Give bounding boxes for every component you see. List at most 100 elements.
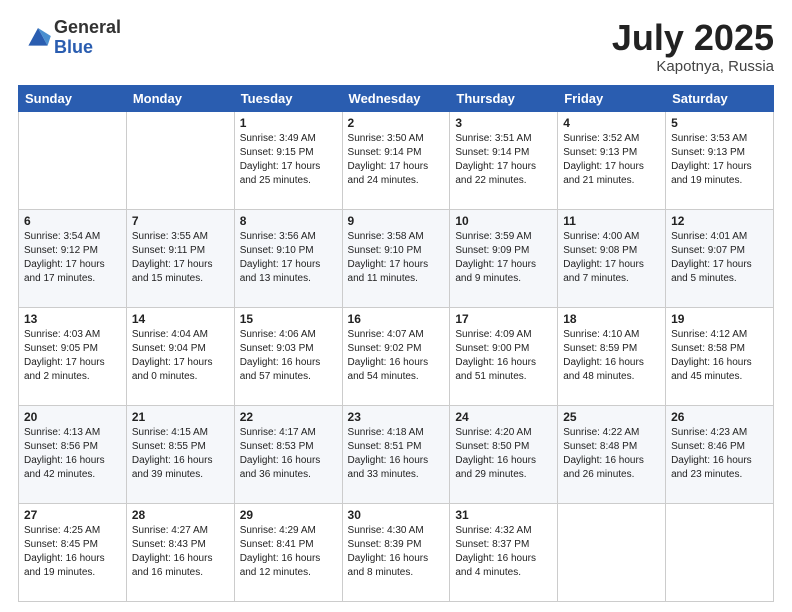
weekday-header-monday: Monday [126, 85, 234, 111]
day-info: Sunrise: 3:53 AM Sunset: 9:13 PM Dayligh… [671, 132, 768, 188]
day-info: Sunrise: 4:04 AM Sunset: 9:04 PM Dayligh… [132, 328, 229, 384]
day-info: Sunrise: 4:06 AM Sunset: 9:03 PM Dayligh… [240, 328, 337, 384]
day-info: Sunrise: 4:30 AM Sunset: 8:39 PM Dayligh… [348, 524, 445, 580]
calendar-cell: 3 Sunrise: 3:51 AM Sunset: 9:14 PM Daylig… [450, 111, 558, 209]
day-number: 25 [563, 410, 660, 424]
calendar-week-2: 6Sunrise: 3:54 AM Sunset: 9:12 PM Daylig… [19, 209, 774, 307]
calendar-cell: 27 Sunrise: 4:25 AM Sunset: 8:45 PM Dayli… [19, 503, 127, 601]
calendar-cell: 7Sunrise: 3:55 AM Sunset: 9:11 PM Daylig… [126, 209, 234, 307]
calendar-cell: 8 Sunrise: 3:56 AM Sunset: 9:10 PM Daylig… [234, 209, 342, 307]
day-number: 23 [348, 410, 445, 424]
day-number: 20 [24, 410, 121, 424]
day-info: Sunrise: 4:07 AM Sunset: 9:02 PM Dayligh… [348, 328, 445, 384]
page: General Blue July 2025 Kapotnya, Russia … [0, 0, 792, 612]
day-number: 1 [240, 116, 337, 130]
day-number: 30 [348, 508, 445, 522]
day-info: Sunrise: 3:58 AM Sunset: 9:10 PM Dayligh… [348, 230, 445, 286]
day-info: Sunrise: 4:17 AM Sunset: 8:53 PM Dayligh… [240, 426, 337, 482]
calendar-cell: 12 Sunrise: 4:01 AM Sunset: 9:07 PM Dayli… [666, 209, 774, 307]
day-info: Sunrise: 3:56 AM Sunset: 9:10 PM Dayligh… [240, 230, 337, 286]
header: General Blue July 2025 Kapotnya, Russia [18, 18, 774, 75]
day-number: 21 [132, 410, 229, 424]
day-number: 8 [240, 214, 337, 228]
title-section: July 2025 Kapotnya, Russia [612, 18, 774, 75]
calendar-cell: 19Sunrise: 4:12 AM Sunset: 8:58 PM Dayli… [666, 307, 774, 405]
day-info: Sunrise: 4:13 AM Sunset: 8:56 PM Dayligh… [24, 426, 121, 482]
day-info: Sunrise: 3:51 AM Sunset: 9:14 PM Dayligh… [455, 132, 552, 188]
calendar-cell: 10 Sunrise: 3:59 AM Sunset: 9:09 PM Dayli… [450, 209, 558, 307]
calendar-cell: 23 Sunrise: 4:18 AM Sunset: 8:51 PM Dayli… [342, 405, 450, 503]
logo-general: General [54, 18, 121, 38]
calendar-week-1: 1Sunrise: 3:49 AM Sunset: 9:15 PM Daylig… [19, 111, 774, 209]
day-number: 3 [455, 116, 552, 130]
day-number: 10 [455, 214, 552, 228]
day-number: 31 [455, 508, 552, 522]
day-number: 17 [455, 312, 552, 326]
day-info: Sunrise: 3:52 AM Sunset: 9:13 PM Dayligh… [563, 132, 660, 188]
day-number: 12 [671, 214, 768, 228]
day-info: Sunrise: 4:18 AM Sunset: 8:51 PM Dayligh… [348, 426, 445, 482]
calendar-cell: 1Sunrise: 3:49 AM Sunset: 9:15 PM Daylig… [234, 111, 342, 209]
day-info: Sunrise: 4:10 AM Sunset: 8:59 PM Dayligh… [563, 328, 660, 384]
day-info: Sunrise: 4:03 AM Sunset: 9:05 PM Dayligh… [24, 328, 121, 384]
weekday-header-tuesday: Tuesday [234, 85, 342, 111]
calendar-cell [126, 111, 234, 209]
weekday-header-thursday: Thursday [450, 85, 558, 111]
calendar-cell [666, 503, 774, 601]
calendar-cell: 16 Sunrise: 4:07 AM Sunset: 9:02 PM Dayli… [342, 307, 450, 405]
calendar-cell: 18 Sunrise: 4:10 AM Sunset: 8:59 PM Dayli… [558, 307, 666, 405]
day-info: Sunrise: 4:12 AM Sunset: 8:58 PM Dayligh… [671, 328, 768, 384]
day-number: 28 [132, 508, 229, 522]
calendar-cell: 13Sunrise: 4:03 AM Sunset: 9:05 PM Dayli… [19, 307, 127, 405]
calendar-cell: 25 Sunrise: 4:22 AM Sunset: 8:48 PM Dayli… [558, 405, 666, 503]
day-number: 16 [348, 312, 445, 326]
day-number: 4 [563, 116, 660, 130]
day-number: 2 [348, 116, 445, 130]
day-number: 27 [24, 508, 121, 522]
day-info: Sunrise: 4:15 AM Sunset: 8:55 PM Dayligh… [132, 426, 229, 482]
day-info: Sunrise: 4:25 AM Sunset: 8:45 PM Dayligh… [24, 524, 121, 580]
calendar-cell: 15 Sunrise: 4:06 AM Sunset: 9:03 PM Dayli… [234, 307, 342, 405]
calendar-cell: 5 Sunrise: 3:53 AM Sunset: 9:13 PM Daylig… [666, 111, 774, 209]
day-number: 6 [24, 214, 121, 228]
calendar-cell: 26Sunrise: 4:23 AM Sunset: 8:46 PM Dayli… [666, 405, 774, 503]
calendar-cell [558, 503, 666, 601]
day-info: Sunrise: 4:20 AM Sunset: 8:50 PM Dayligh… [455, 426, 552, 482]
calendar-cell: 20 Sunrise: 4:13 AM Sunset: 8:56 PM Dayli… [19, 405, 127, 503]
day-info: Sunrise: 4:29 AM Sunset: 8:41 PM Dayligh… [240, 524, 337, 580]
day-number: 11 [563, 214, 660, 228]
logo-blue: Blue [54, 38, 121, 58]
weekday-header-sunday: Sunday [19, 85, 127, 111]
day-info: Sunrise: 4:01 AM Sunset: 9:07 PM Dayligh… [671, 230, 768, 286]
day-number: 5 [671, 116, 768, 130]
logo-text: General Blue [54, 18, 121, 58]
calendar-cell: 22Sunrise: 4:17 AM Sunset: 8:53 PM Dayli… [234, 405, 342, 503]
weekday-header-friday: Friday [558, 85, 666, 111]
calendar-cell: 11 Sunrise: 4:00 AM Sunset: 9:08 PM Dayli… [558, 209, 666, 307]
calendar-cell: 4 Sunrise: 3:52 AM Sunset: 9:13 PM Daylig… [558, 111, 666, 209]
month-title: July 2025 [612, 18, 774, 58]
day-number: 15 [240, 312, 337, 326]
logo: General Blue [18, 18, 121, 58]
day-number: 26 [671, 410, 768, 424]
calendar-cell: 24Sunrise: 4:20 AM Sunset: 8:50 PM Dayli… [450, 405, 558, 503]
location: Kapotnya, Russia [612, 58, 774, 75]
day-info: Sunrise: 4:00 AM Sunset: 9:08 PM Dayligh… [563, 230, 660, 286]
day-info: Sunrise: 4:32 AM Sunset: 8:37 PM Dayligh… [455, 524, 552, 580]
weekday-header-wednesday: Wednesday [342, 85, 450, 111]
calendar-cell: 30 Sunrise: 4:30 AM Sunset: 8:39 PM Dayli… [342, 503, 450, 601]
calendar-cell: 31 Sunrise: 4:32 AM Sunset: 8:37 PM Dayli… [450, 503, 558, 601]
day-number: 18 [563, 312, 660, 326]
day-info: Sunrise: 4:22 AM Sunset: 8:48 PM Dayligh… [563, 426, 660, 482]
calendar-cell: 6Sunrise: 3:54 AM Sunset: 9:12 PM Daylig… [19, 209, 127, 307]
calendar-cell [19, 111, 127, 209]
calendar-week-5: 27 Sunrise: 4:25 AM Sunset: 8:45 PM Dayli… [19, 503, 774, 601]
day-number: 7 [132, 214, 229, 228]
day-info: Sunrise: 3:59 AM Sunset: 9:09 PM Dayligh… [455, 230, 552, 286]
day-number: 9 [348, 214, 445, 228]
day-number: 14 [132, 312, 229, 326]
calendar-week-3: 13Sunrise: 4:03 AM Sunset: 9:05 PM Dayli… [19, 307, 774, 405]
weekday-header-saturday: Saturday [666, 85, 774, 111]
calendar-cell: 14 Sunrise: 4:04 AM Sunset: 9:04 PM Dayli… [126, 307, 234, 405]
day-number: 29 [240, 508, 337, 522]
